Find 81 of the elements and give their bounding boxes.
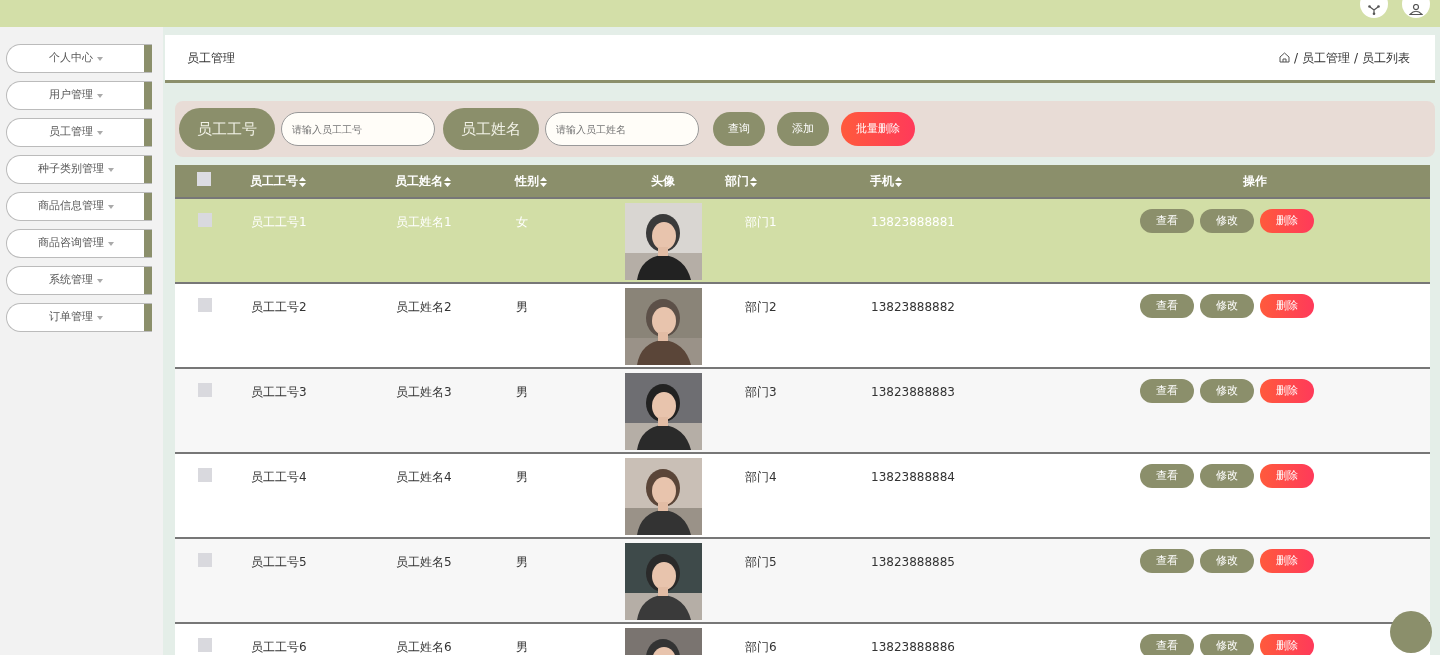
view-button[interactable]: 查看 bbox=[1140, 634, 1194, 655]
page-title: 员工管理 bbox=[187, 49, 235, 67]
column-header: 操作 bbox=[1243, 174, 1267, 188]
table-cell: 部门4 bbox=[745, 470, 777, 484]
sidebar-item[interactable]: 订单管理 bbox=[6, 303, 152, 332]
table-cell: 员工姓名1 bbox=[396, 215, 452, 229]
table-cell: 13823888886 bbox=[871, 640, 955, 654]
breadcrumb-link[interactable]: 员工管理 bbox=[1301, 48, 1350, 67]
table-cell: 员工工号2 bbox=[251, 300, 307, 314]
sidebar-item[interactable]: 个人中心 bbox=[6, 44, 152, 73]
table-row[interactable]: 员工工号4 员工姓名4 男 部门4 13823888884 查看 修改 删除 bbox=[175, 453, 1430, 538]
table-cell: 13823888882 bbox=[871, 300, 955, 314]
table-cell: 男 bbox=[516, 300, 528, 314]
edit-button[interactable]: 修改 bbox=[1200, 294, 1254, 318]
edit-button[interactable]: 修改 bbox=[1200, 549, 1254, 573]
search-field[interactable]: 请输入员工姓名 bbox=[545, 112, 699, 146]
delete-button[interactable]: 删除 bbox=[1260, 209, 1314, 233]
sortable-column-header[interactable]: 员工工号 bbox=[250, 174, 298, 188]
table-cell: 员工工号3 bbox=[251, 385, 307, 399]
sortable-column-header[interactable]: 性别 bbox=[515, 174, 539, 188]
edit-button[interactable]: 修改 bbox=[1200, 209, 1254, 233]
table-cell: 13823888885 bbox=[871, 555, 955, 569]
column-header: 头像 bbox=[650, 174, 675, 188]
table-row[interactable]: 员工工号3 员工姓名3 男 部门3 13823888883 查看 修改 删除 bbox=[175, 368, 1430, 453]
table-cell: 员工工号1 bbox=[251, 215, 307, 229]
table-row[interactable]: 员工工号2 员工姓名2 男 部门2 13823888882 查看 修改 删除 bbox=[175, 283, 1430, 368]
view-button[interactable]: 查看 bbox=[1140, 464, 1194, 488]
breadcrumb-separator: / bbox=[1353, 49, 1358, 67]
sidebar-item[interactable]: 商品信息管理 bbox=[6, 192, 152, 221]
sidebar-item[interactable]: 系统管理 bbox=[6, 266, 152, 295]
table-cell: 部门6 bbox=[745, 640, 777, 654]
breadcrumb-link[interactable]: 员工列表 bbox=[1362, 48, 1410, 67]
delete-button[interactable]: 删除 bbox=[1260, 549, 1314, 573]
sortable-column-header[interactable]: 部门 bbox=[725, 174, 749, 188]
table-cell: 员工姓名4 bbox=[396, 470, 452, 484]
sidebar-item[interactable]: 种子类别管理 bbox=[6, 155, 152, 184]
table-cell: 员工工号5 bbox=[251, 555, 307, 569]
view-button[interactable]: 查看 bbox=[1140, 549, 1194, 573]
table-cell: 部门5 bbox=[745, 555, 777, 569]
batch-delete-button[interactable]: 批量删除 bbox=[841, 112, 915, 146]
table-cell: 员工工号6 bbox=[251, 640, 307, 654]
view-button[interactable]: 查看 bbox=[1140, 209, 1194, 233]
table-row[interactable]: 员工工号1 员工姓名1 女 部门1 13823888881 查看 修改 删除 bbox=[175, 198, 1430, 283]
table-cell: 13823888884 bbox=[871, 470, 955, 484]
action-button[interactable]: 添加 bbox=[777, 112, 829, 146]
delete-button[interactable]: 删除 bbox=[1260, 294, 1314, 318]
table-cell: 男 bbox=[516, 555, 528, 569]
sidebar-item[interactable]: 用户管理 bbox=[6, 81, 152, 110]
field-label: 员工姓名 bbox=[443, 108, 539, 150]
sortable-column-header[interactable]: 手机 bbox=[870, 174, 894, 188]
table-cell: 员工姓名5 bbox=[396, 555, 452, 569]
table-cell: 男 bbox=[516, 640, 528, 654]
breadcrumb-separator: / bbox=[1293, 49, 1298, 67]
table-row[interactable]: 员工工号5 员工姓名5 男 部门5 13823888885 查看 修改 删除 bbox=[175, 538, 1430, 623]
table-cell: 男 bbox=[516, 470, 528, 484]
view-button[interactable]: 查看 bbox=[1140, 294, 1194, 318]
table-cell: 员工姓名2 bbox=[396, 300, 452, 314]
table-cell: 员工姓名3 bbox=[396, 385, 452, 399]
table-cell: 13823888883 bbox=[871, 385, 955, 399]
table-row[interactable]: 员工工号6 员工姓名6 男 部门6 13823888886 查看 修改 删除 bbox=[175, 623, 1430, 655]
search-field[interactable]: 请输入员工工号 bbox=[281, 112, 435, 146]
table-cell: 员工姓名6 bbox=[396, 640, 452, 654]
edit-button[interactable]: 修改 bbox=[1200, 379, 1254, 403]
sidebar-item[interactable]: 员工管理 bbox=[6, 118, 152, 147]
table-cell: 13823888881 bbox=[871, 215, 955, 229]
delete-button[interactable]: 删除 bbox=[1260, 464, 1314, 488]
table-cell: 部门1 bbox=[745, 215, 777, 229]
field-label: 员工工号 bbox=[179, 108, 275, 150]
sidebar-item[interactable]: 商品咨询管理 bbox=[6, 229, 152, 258]
delete-button[interactable]: 删除 bbox=[1260, 634, 1314, 655]
view-button[interactable]: 查看 bbox=[1140, 379, 1194, 403]
table-cell: 部门3 bbox=[745, 385, 777, 399]
delete-button[interactable]: 删除 bbox=[1260, 379, 1314, 403]
table-cell: 男 bbox=[516, 385, 528, 399]
table-cell: 部门2 bbox=[745, 300, 777, 314]
edit-button[interactable]: 修改 bbox=[1200, 634, 1254, 655]
table-cell: 员工工号4 bbox=[251, 470, 307, 484]
sortable-column-header[interactable]: 员工姓名 bbox=[395, 174, 443, 188]
action-button[interactable]: 查询 bbox=[713, 112, 765, 146]
table-cell: 女 bbox=[516, 215, 528, 229]
edit-button[interactable]: 修改 bbox=[1200, 464, 1254, 488]
